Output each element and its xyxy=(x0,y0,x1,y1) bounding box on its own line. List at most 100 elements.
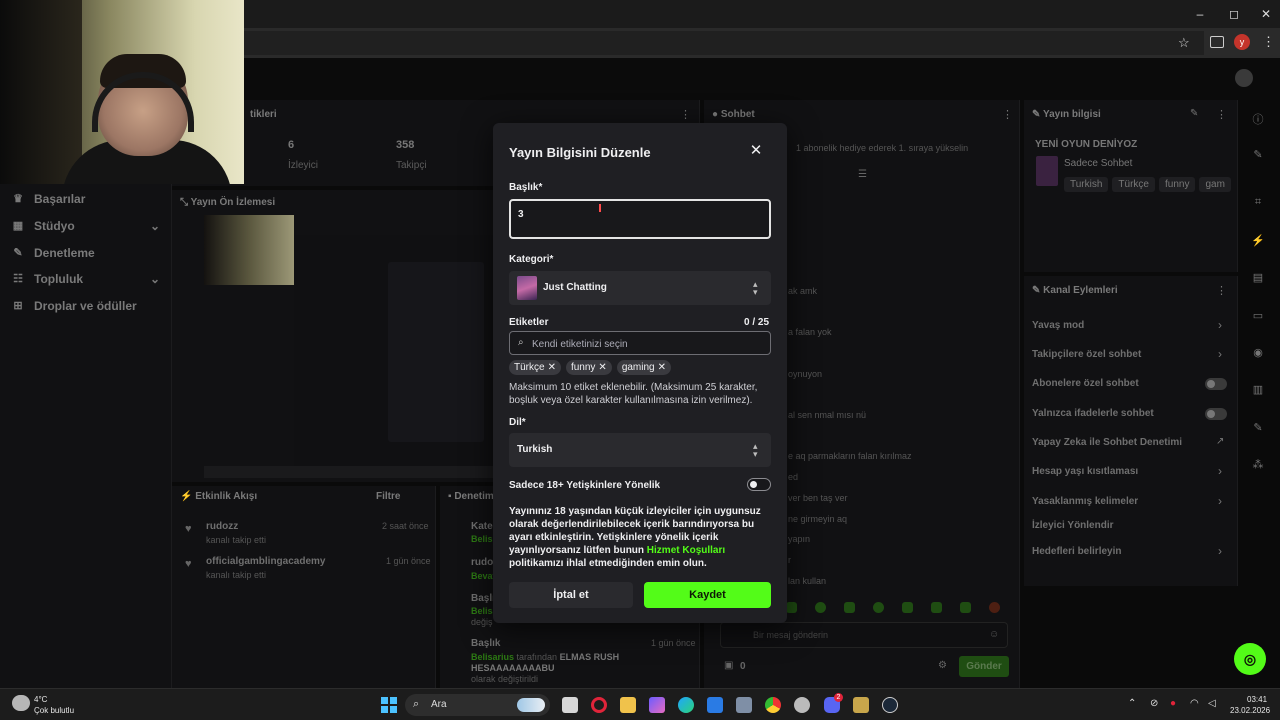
stats-menu-icon[interactable]: ⋮ xyxy=(680,108,691,121)
profile-avatar[interactable]: y xyxy=(1234,34,1250,50)
chevron-right-icon[interactable]: › xyxy=(1218,494,1222,508)
action-emotes-only[interactable]: Yalnızca ifadelerle sohbet xyxy=(1032,408,1154,419)
activity-user[interactable]: rudozz xyxy=(206,521,238,532)
tag[interactable]: gam xyxy=(1199,177,1231,192)
remove-tag-icon[interactable]: ✕ xyxy=(598,362,606,373)
tags-search-field[interactable]: ⌕ xyxy=(509,331,771,355)
chevron-right-icon[interactable]: › xyxy=(1218,347,1222,361)
weather-desc[interactable]: Çok bulutlu xyxy=(34,706,74,715)
weather-temp[interactable]: 4°C xyxy=(34,695,47,704)
edge-icon[interactable] xyxy=(678,697,694,713)
external-link-icon[interactable]: ↗ xyxy=(1216,436,1224,447)
tags-search-input[interactable] xyxy=(532,336,762,352)
sidebar-item-achievements[interactable]: ♛ Başarılar xyxy=(12,188,85,210)
action-set-goals[interactable]: Hedefleri belirleyin xyxy=(1032,546,1121,557)
chat-collapse-icon[interactable]: ☰ xyxy=(858,169,867,180)
emote-icon[interactable] xyxy=(786,602,797,613)
cancel-button[interactable]: İptal et xyxy=(509,582,633,608)
broadcast-icon[interactable]: ◉ xyxy=(1250,346,1266,362)
document-icon[interactable]: ▤ xyxy=(1250,271,1266,287)
remove-tag-icon[interactable]: ✕ xyxy=(658,362,666,373)
bolt-icon[interactable]: ⚡ xyxy=(1250,234,1266,250)
save-button[interactable]: Kaydet xyxy=(644,582,771,608)
chat-menu-icon[interactable]: ⋮ xyxy=(1002,108,1013,121)
tag[interactable]: Turkish xyxy=(1064,177,1109,192)
tag[interactable]: Türkçe xyxy=(1112,177,1155,192)
wrench-icon[interactable]: ✎ xyxy=(1250,421,1266,437)
network-icon[interactable]: ⊘ xyxy=(1150,698,1158,709)
sidebar-item-drops[interactable]: ⊞ Droplar ve ödüller xyxy=(12,295,136,317)
chrome-icon[interactable] xyxy=(765,697,781,713)
chat-icon[interactable]: ▭ xyxy=(1250,309,1266,325)
emote-icon[interactable] xyxy=(989,602,1000,613)
activity-user[interactable]: officialgamblingacademy xyxy=(206,556,325,567)
microphone-icon[interactable]: ● xyxy=(1170,698,1176,709)
file-explorer-icon[interactable] xyxy=(620,697,636,713)
app-icon[interactable] xyxy=(794,697,810,713)
action-followers-only[interactable]: Takipçilere özel sohbet xyxy=(1032,349,1141,360)
action-account-age[interactable]: Hesap yaşı kısıtlaması xyxy=(1032,466,1138,477)
clock-date[interactable]: 23.02.2026 xyxy=(1230,706,1270,715)
layout-icon[interactable]: ▥ xyxy=(1250,383,1266,399)
chevron-right-icon[interactable]: › xyxy=(1218,544,1222,558)
task-view-icon[interactable] xyxy=(562,697,578,713)
taskbar-search[interactable]: ⌕ Ara xyxy=(405,694,550,716)
title-input[interactable]: 3 xyxy=(509,199,771,239)
mail-icon[interactable] xyxy=(707,697,723,713)
language-select[interactable]: Turkish ▴ ▾ xyxy=(509,433,771,467)
chevron-right-icon[interactable]: › xyxy=(1218,464,1222,478)
subscribers-only-toggle[interactable] xyxy=(1205,378,1227,390)
tag[interactable]: funny xyxy=(1158,177,1196,192)
expand-icon[interactable]: ⤡ xyxy=(180,197,191,208)
browser-menu-icon[interactable]: ⋮ xyxy=(1262,34,1275,50)
emoji-icon[interactable]: ☺ xyxy=(989,629,999,640)
action-redirect-viewers[interactable]: İzleyici Yönlendir xyxy=(1032,520,1114,531)
opera-icon[interactable] xyxy=(591,697,607,713)
send-button[interactable]: Gönder xyxy=(959,656,1009,677)
address-bar[interactable] xyxy=(244,31,1204,55)
stream-info-menu-icon[interactable]: ⋮ xyxy=(1216,108,1227,121)
bookmark-star-icon[interactable]: ☆ xyxy=(1178,35,1190,51)
emote-icon[interactable] xyxy=(815,602,826,613)
maximize-button[interactable]: ◻ xyxy=(1224,6,1244,22)
tag-chip[interactable]: funny ✕ xyxy=(565,360,612,375)
sidebar-item-moderation[interactable]: ✎ Denetleme xyxy=(12,242,94,264)
info-icon[interactable]: ⓘ xyxy=(1250,111,1266,127)
emote-icon[interactable] xyxy=(873,602,884,613)
emote-icon[interactable] xyxy=(931,602,942,613)
action-ai-moderation[interactable]: Yapay Zeka ile Sohbet Denetimi xyxy=(1032,437,1182,448)
emote-icon[interactable] xyxy=(844,602,855,613)
emotes-only-toggle[interactable] xyxy=(1205,408,1227,420)
action-banned-words[interactable]: Yasaklanmış kelimeler xyxy=(1032,496,1138,507)
channel-actions-menu-icon[interactable]: ⋮ xyxy=(1216,284,1227,297)
tag-chip[interactable]: gaming ✕ xyxy=(616,360,672,375)
user-avatar[interactable] xyxy=(1235,69,1253,87)
edit-icon[interactable]: ✎ xyxy=(1190,108,1198,119)
activity-filter-button[interactable]: Filtre xyxy=(376,491,400,502)
league-icon[interactable] xyxy=(853,697,869,713)
emote-icon[interactable] xyxy=(902,602,913,613)
tag-chip[interactable]: Türkçe ✕ xyxy=(509,360,561,375)
sidebar-item-community[interactable]: ☷ Topluluk ⌄ xyxy=(12,268,160,290)
support-chat-button[interactable]: ◎ xyxy=(1234,643,1266,675)
category-select[interactable]: Just Chatting ▴ ▾ xyxy=(509,271,771,305)
copilot-icon[interactable] xyxy=(649,697,665,713)
terms-of-service-link[interactable]: Hizmet Koşulları xyxy=(647,545,725,556)
chevron-right-icon[interactable]: › xyxy=(1218,318,1222,332)
minimize-button[interactable]: – xyxy=(1190,6,1210,22)
chat-input[interactable]: Bir mesaj gönderin ☺ xyxy=(720,622,1008,648)
action-slow-mode[interactable]: Yavaş mod xyxy=(1032,320,1084,331)
crop-icon[interactable]: ⌗ xyxy=(1250,196,1266,212)
settings-app-icon[interactable] xyxy=(736,697,752,713)
steam-icon[interactable] xyxy=(882,697,898,713)
close-window-button[interactable]: ✕ xyxy=(1256,6,1276,22)
edit-icon[interactable]: ✎ xyxy=(1250,148,1266,164)
sidebar-item-studio[interactable]: ▦ Stüdyo ⌄ xyxy=(12,215,160,237)
chat-settings-icon[interactable]: ⚙ xyxy=(938,660,947,671)
clock-time[interactable]: 03:41 xyxy=(1247,695,1267,704)
volume-icon[interactable]: ◁ xyxy=(1208,698,1216,709)
moderation-user[interactable]: Belisarius xyxy=(471,652,514,662)
close-icon[interactable]: ✕ xyxy=(748,143,764,159)
chevron-up-icon[interactable]: ⌃ xyxy=(1128,698,1136,709)
playlist-icon[interactable] xyxy=(1210,36,1224,48)
